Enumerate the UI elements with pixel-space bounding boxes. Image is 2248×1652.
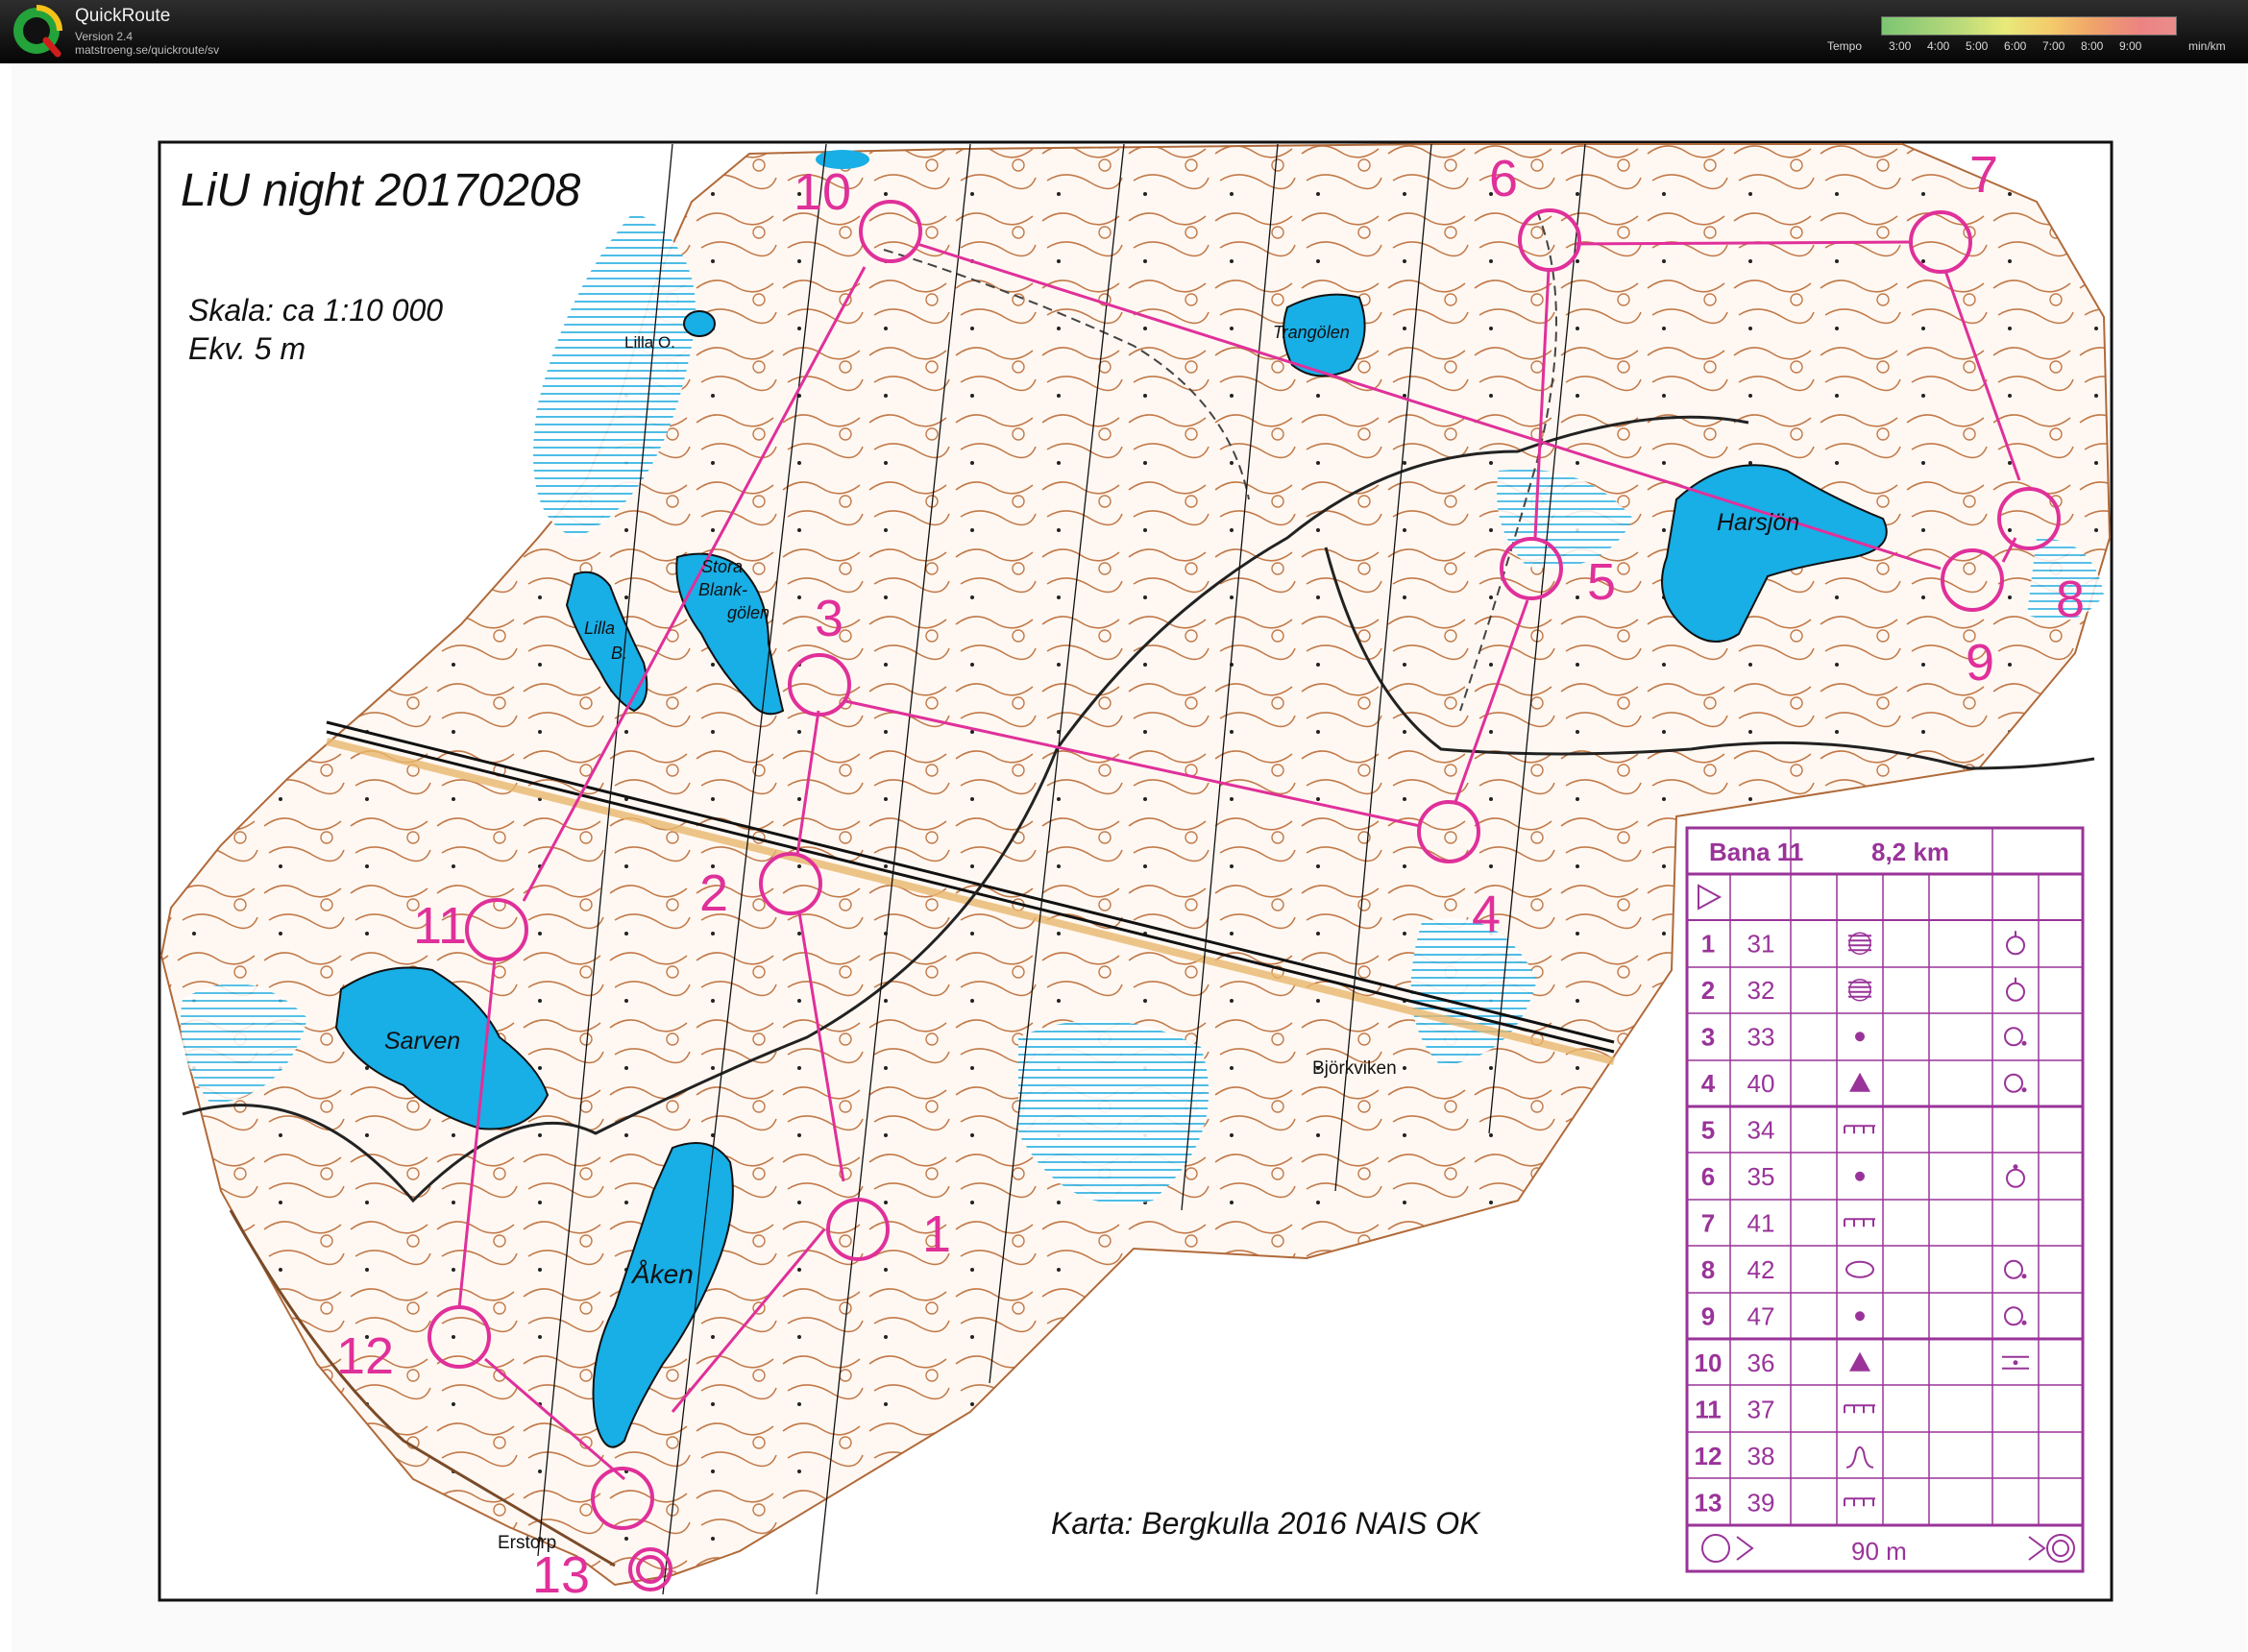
control-number-10: 10	[794, 163, 851, 221]
map-scale: Skala: ca 1:10 000	[188, 293, 443, 328]
quickroute-logo-icon	[13, 5, 62, 58]
control-number-3: 3	[815, 590, 843, 647]
tempo-unit: min/km	[2188, 39, 2226, 53]
control-code: 39	[1747, 1488, 1775, 1517]
tempo-tick: 3:00	[1889, 39, 1912, 53]
tempo-tick: 5:00	[1966, 39, 1989, 53]
control-number-12: 12	[336, 1327, 394, 1385]
control-code: 36	[1747, 1348, 1775, 1377]
map-title: LiU night 20170208	[181, 165, 581, 216]
control-number-6: 6	[1489, 150, 1518, 207]
control-number-4: 4	[1472, 886, 1501, 943]
course-length: 8,2 km	[1871, 838, 1949, 866]
control-number: 4	[1701, 1069, 1716, 1098]
control-code: 35	[1747, 1162, 1775, 1191]
dot-symbol	[1855, 1311, 1865, 1322]
app-titlebar: QuickRoute Version 2.4 matstroeng.se/qui…	[0, 0, 2248, 63]
lake-name: Lilla	[584, 619, 615, 638]
tempo-label: Tempo	[1827, 39, 1863, 53]
control-number-5: 5	[1587, 553, 1616, 611]
control-number-2: 2	[699, 864, 728, 922]
map-credit: Karta: Bergkulla 2016 NAIS OK	[1051, 1506, 1481, 1541]
lake-name: Stora	[701, 557, 743, 576]
lake-name: Blank-	[698, 580, 747, 599]
place-name: Erstorp	[498, 1533, 556, 1553]
map-contour-interval: Ekv. 5 m	[188, 331, 305, 366]
control-number: 8	[1701, 1255, 1715, 1284]
lake-name: Trangölen	[1273, 323, 1350, 342]
lake-name: Lilla O.	[624, 333, 675, 352]
app-url[interactable]: matstroeng.se/quickroute/sv	[75, 43, 219, 57]
dot-symbol	[1855, 1032, 1865, 1042]
control-number: 3	[1701, 1022, 1715, 1051]
lake-name: Harsjön	[1717, 509, 1799, 536]
control-number: 2	[1701, 976, 1715, 1005]
app-name: QuickRoute	[75, 6, 171, 26]
finish-distance: 90 m	[1851, 1537, 1907, 1566]
course-name: Bana 11	[1709, 838, 1803, 866]
control-number: 5	[1701, 1115, 1715, 1144]
control-code: 41	[1747, 1208, 1775, 1237]
control-number: 13	[1695, 1488, 1723, 1517]
control-code: 34	[1747, 1115, 1775, 1144]
control-number-1: 1	[922, 1205, 951, 1263]
control-code: 40	[1747, 1069, 1775, 1098]
control-code: 42	[1747, 1255, 1775, 1284]
control-number-9: 9	[1966, 634, 1994, 692]
tempo-tick: 7:00	[2042, 39, 2065, 53]
control-number: 9	[1701, 1301, 1715, 1330]
control-code: 38	[1747, 1442, 1775, 1470]
control-number: 7	[1701, 1208, 1715, 1237]
lake-name: B.	[611, 644, 627, 663]
tempo-tick: 9:00	[2119, 39, 2142, 53]
control-code: 47	[1747, 1301, 1775, 1330]
control-number-11: 11	[413, 897, 467, 955]
control-number: 1	[1701, 929, 1715, 958]
control-code: 37	[1747, 1395, 1775, 1423]
control-code: 31	[1747, 929, 1775, 958]
lake-name: gölen	[727, 603, 770, 622]
control-number: 12	[1695, 1442, 1723, 1470]
dot-symbol	[1855, 1171, 1865, 1181]
control-number: 10	[1695, 1348, 1723, 1377]
app-version: Version 2.4	[75, 30, 134, 43]
lake-name: Sarven	[384, 1028, 460, 1055]
control-number: 6	[1701, 1162, 1715, 1191]
control-number-7: 7	[1969, 146, 1998, 204]
tempo-tick: 8:00	[2081, 39, 2104, 53]
lake-name: Åken	[630, 1259, 694, 1289]
map-canvas[interactable]: 1 2 3 4 5 6 7 8 9 10 11 12 13 LiU night …	[0, 63, 2248, 1652]
tempo-tick: 6:00	[2004, 39, 2027, 53]
control-code: 33	[1747, 1022, 1775, 1051]
tempo-color-scale	[1881, 16, 2177, 36]
control-number-13: 13	[532, 1546, 590, 1604]
control-number: 11	[1695, 1395, 1722, 1423]
tempo-tick: 4:00	[1927, 39, 1950, 53]
control-number-8: 8	[2056, 571, 2085, 628]
control-code: 32	[1747, 976, 1775, 1005]
place-name: Björkviken	[1312, 1058, 1397, 1079]
